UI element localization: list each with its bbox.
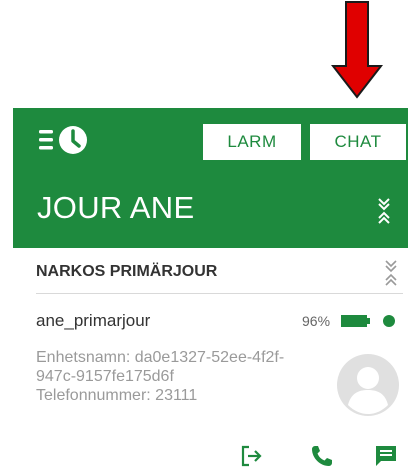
- phone-icon[interactable]: [308, 442, 336, 470]
- battery-percent: 96%: [302, 313, 331, 329]
- device-name-line2: 947c-9157fe175d6f: [36, 368, 174, 385]
- red-arrow-icon: [331, 1, 383, 99]
- user-name: ane_primarjour: [36, 311, 151, 330]
- section-collapse-icon[interactable]: [380, 258, 402, 288]
- section-header: NARKOS PRIMÄRJOUR: [36, 256, 403, 294]
- logout-icon[interactable]: [238, 442, 266, 470]
- page-title: JOUR ANE: [37, 190, 195, 225]
- avatar-icon: [337, 354, 399, 416]
- chat-icon[interactable]: [372, 442, 400, 470]
- history-clock-icon[interactable]: [37, 120, 93, 160]
- battery-icon: [341, 315, 370, 327]
- header-panel: LARM CHAT JOUR ANE: [13, 108, 408, 248]
- phone-number: Telefonnummer: 23111: [36, 387, 198, 404]
- device-name-line1: Enhetsnamn: da0e1327-52ee-4f2f-: [36, 349, 285, 366]
- larm-button[interactable]: LARM: [203, 124, 301, 160]
- section-title: NARKOS PRIMÄRJOUR: [36, 263, 218, 280]
- collapse-icon[interactable]: [373, 196, 395, 226]
- status-dot: [383, 315, 395, 327]
- chat-button[interactable]: CHAT: [310, 124, 406, 160]
- device-info: Enhetsnamn: da0e1327-52ee-4f2f- 947c-915…: [36, 348, 336, 405]
